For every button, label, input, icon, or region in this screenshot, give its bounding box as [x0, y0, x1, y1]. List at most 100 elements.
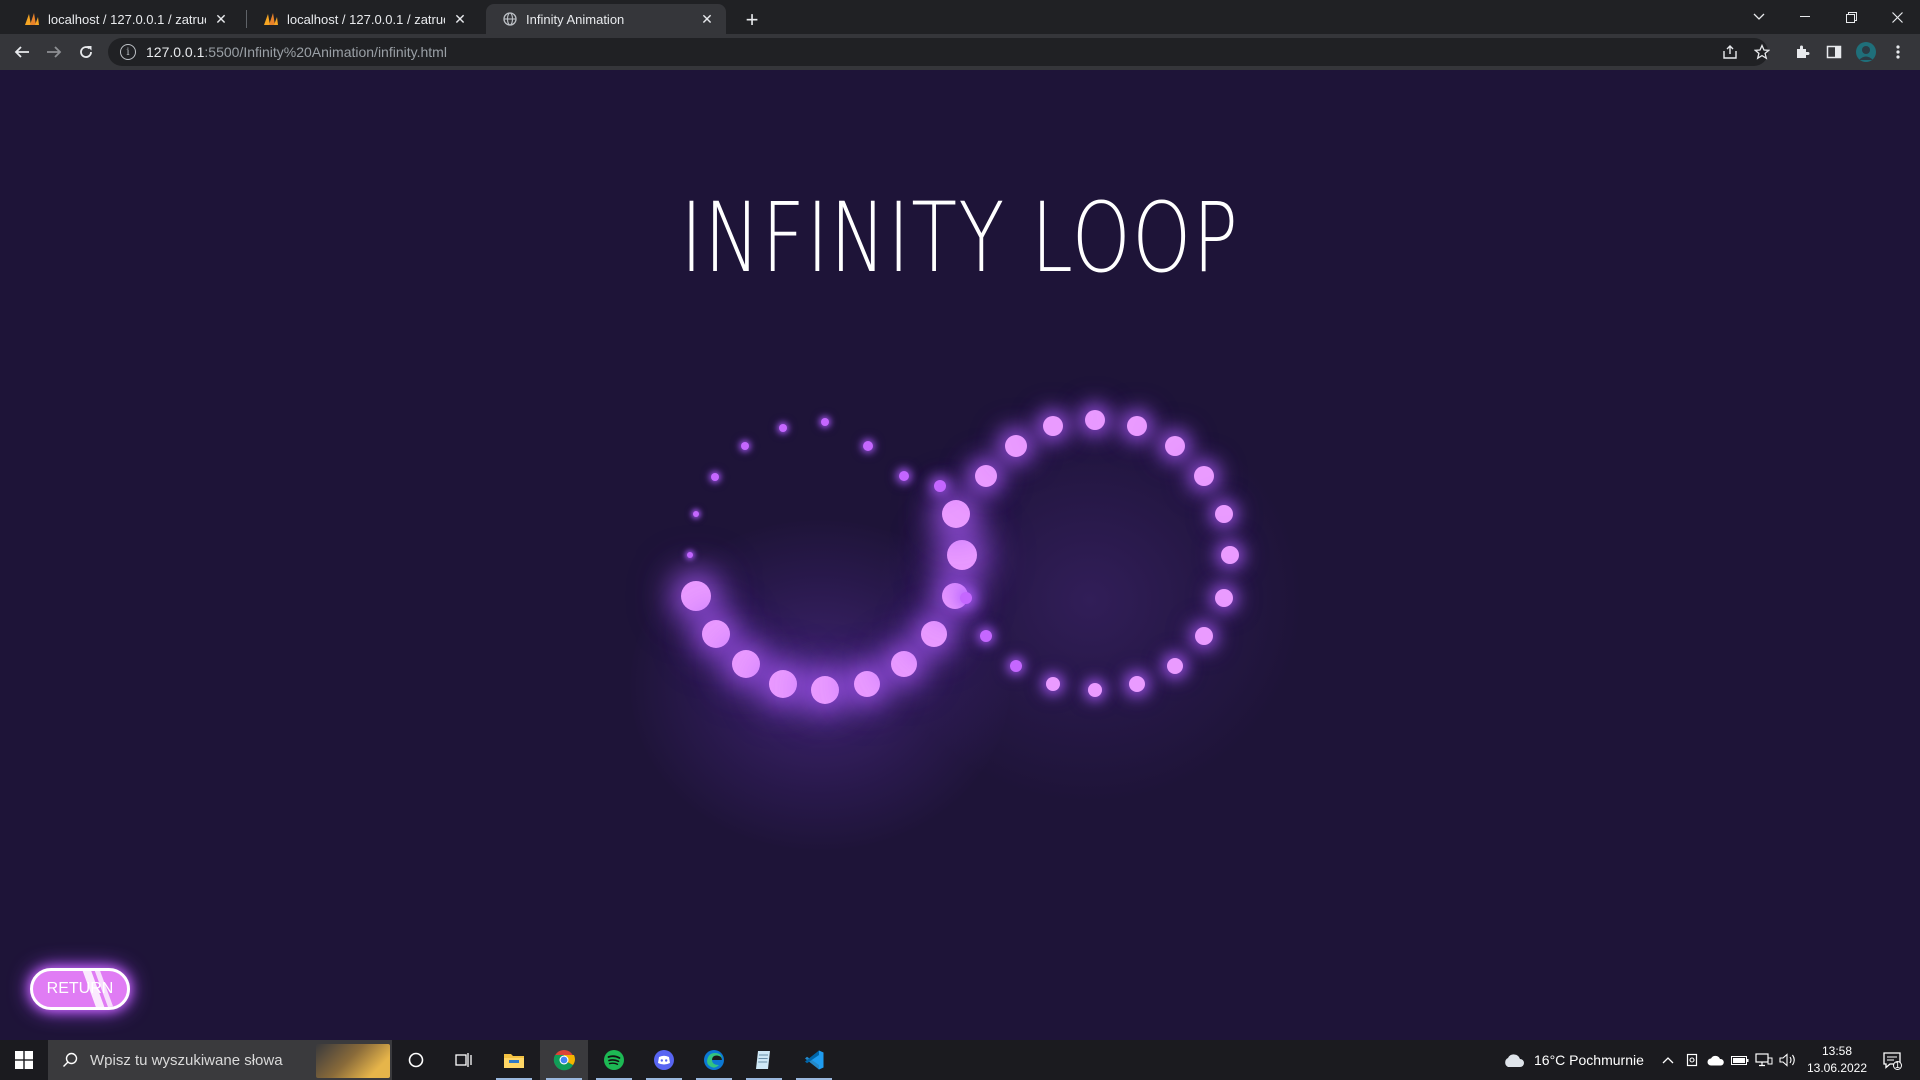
- loop-dot: [711, 473, 719, 481]
- search-placeholder: Wpisz tu wyszukiwane słowa: [90, 1051, 283, 1069]
- tray-device-icon[interactable]: [1680, 1040, 1704, 1080]
- spotify-icon[interactable]: [590, 1040, 638, 1080]
- loop-dot: [891, 651, 917, 677]
- cloud-icon: [1502, 1052, 1526, 1068]
- loop-dot: [934, 480, 946, 492]
- tab-title: localhost / 127.0.0.1 / zatrudnien: [287, 11, 445, 27]
- loop-dot: [1046, 677, 1060, 691]
- url-path: :5500/Infinity%20Animation/infinity.html: [204, 44, 447, 60]
- notification-center-icon[interactable]: 1: [1872, 1040, 1912, 1080]
- tab-strip: localhost / 127.0.0.1 / zatrudnien ✕ loc…: [0, 0, 1920, 34]
- clock-time: 13:58: [1821, 1044, 1853, 1058]
- loop-dot: [681, 581, 711, 611]
- loop-dot: [1010, 660, 1022, 672]
- notepad-icon[interactable]: [740, 1040, 788, 1080]
- profile-avatar[interactable]: [1854, 40, 1878, 64]
- tab-title: Infinity Animation: [526, 11, 625, 27]
- battery-icon[interactable]: [1728, 1040, 1752, 1080]
- site-info-icon[interactable]: i: [120, 44, 136, 60]
- loop-dot: [1127, 416, 1147, 436]
- loop-dot: [980, 630, 992, 642]
- cortana-icon[interactable]: [392, 1040, 440, 1080]
- loop-dot: [947, 540, 977, 570]
- vscode-icon[interactable]: [790, 1040, 838, 1080]
- loop-dot: [1165, 436, 1185, 456]
- onedrive-icon[interactable]: [1704, 1040, 1728, 1080]
- loop-dot: [975, 465, 997, 487]
- loop-dot: [1221, 546, 1239, 564]
- close-icon[interactable]: ✕: [698, 10, 716, 28]
- loop-dot: [942, 500, 970, 528]
- menu-kebab-icon[interactable]: [1886, 40, 1910, 64]
- taskbar-search-box[interactable]: Wpisz tu wyszukiwane słowa: [48, 1040, 392, 1080]
- restore-button[interactable]: [1828, 0, 1874, 34]
- loop-dot: [1195, 627, 1213, 645]
- loop-dot: [1088, 683, 1102, 697]
- loop-dot: [693, 511, 699, 517]
- page-title: INFINITY LOOP: [680, 182, 1240, 294]
- minimize-button[interactable]: [1782, 0, 1828, 34]
- forward-button[interactable]: [40, 38, 68, 66]
- loop-dot: [1085, 410, 1105, 430]
- close-icon[interactable]: ✕: [451, 10, 469, 28]
- taskbar-clock[interactable]: 13:58 13.06.2022: [1800, 1043, 1874, 1077]
- loop-dot: [854, 671, 880, 697]
- chrome-icon[interactable]: [540, 1040, 588, 1080]
- loop-dot: [779, 424, 787, 432]
- loop-dot: [1129, 676, 1145, 692]
- tab-search-chevron-icon[interactable]: [1736, 0, 1782, 34]
- loop-dot: [960, 592, 972, 604]
- return-button[interactable]: RETURN: [30, 968, 130, 1010]
- volume-icon[interactable]: [1776, 1040, 1800, 1080]
- extensions-icon[interactable]: [1790, 40, 1814, 64]
- loop-dot: [899, 471, 909, 481]
- loop-dot: [1043, 416, 1063, 436]
- tray-chevron-up-icon[interactable]: [1656, 1040, 1680, 1080]
- page-viewport: INFINITY LOOP RETURN: [0, 70, 1920, 1040]
- windows-start-button[interactable]: [0, 1040, 48, 1080]
- loop-dot: [1215, 505, 1233, 523]
- share-icon[interactable]: [1718, 40, 1742, 64]
- globe-icon: [502, 11, 518, 27]
- edge-icon[interactable]: [690, 1040, 738, 1080]
- phpmyadmin-icon: [263, 11, 279, 27]
- side-panel-icon[interactable]: [1822, 40, 1846, 64]
- file-explorer-icon[interactable]: [490, 1040, 538, 1080]
- task-view-icon[interactable]: [440, 1040, 488, 1080]
- tab-title: localhost / 127.0.0.1 / zatrudnien: [48, 11, 206, 27]
- loop-dot: [821, 418, 829, 426]
- browser-toolbar: i 127.0.0.1:5500/Infinity%20Animation/in…: [0, 34, 1920, 70]
- close-window-button[interactable]: [1874, 0, 1920, 34]
- weather-text: 16°C Pochmurnie: [1534, 1052, 1644, 1068]
- phpmyadmin-icon: [24, 11, 40, 27]
- loop-dot: [921, 621, 947, 647]
- tab-phpmyadmin-1[interactable]: localhost / 127.0.0.1 / zatrudnien ✕: [8, 4, 240, 34]
- tab-infinity-animation[interactable]: Infinity Animation ✕: [486, 4, 726, 34]
- windows-taskbar: Wpisz tu wyszukiwane słowa 16°C Pochmurn…: [0, 1040, 1920, 1080]
- loop-dot: [702, 620, 730, 648]
- clock-date: 13.06.2022: [1806, 1061, 1868, 1075]
- loop-dot: [741, 442, 749, 450]
- loop-dot: [811, 676, 839, 704]
- close-icon[interactable]: ✕: [212, 10, 230, 28]
- loop-dot: [1215, 589, 1233, 607]
- loop-dot: [732, 650, 760, 678]
- search-icon: [62, 1052, 78, 1068]
- address-bar[interactable]: i 127.0.0.1:5500/Infinity%20Animation/in…: [108, 38, 1768, 66]
- notification-count: 1: [1895, 1060, 1901, 1070]
- loop-dot: [863, 441, 873, 451]
- discord-icon[interactable]: [640, 1040, 688, 1080]
- loop-dot: [1167, 658, 1183, 674]
- search-highlight-image: [316, 1044, 390, 1078]
- url-host: 127.0.0.1: [146, 44, 205, 60]
- loop-dot: [1194, 466, 1214, 486]
- weather-widget[interactable]: 16°C Pochmurnie: [1502, 1040, 1644, 1080]
- loop-dot: [1005, 435, 1027, 457]
- network-icon[interactable]: [1752, 1040, 1776, 1080]
- reload-button[interactable]: [72, 38, 100, 66]
- new-tab-button[interactable]: +: [738, 6, 766, 34]
- loop-dot: [769, 670, 797, 698]
- bookmark-star-icon[interactable]: [1750, 40, 1774, 64]
- tab-phpmyadmin-2[interactable]: localhost / 127.0.0.1 / zatrudnien ✕: [247, 4, 479, 34]
- back-button[interactable]: [8, 38, 36, 66]
